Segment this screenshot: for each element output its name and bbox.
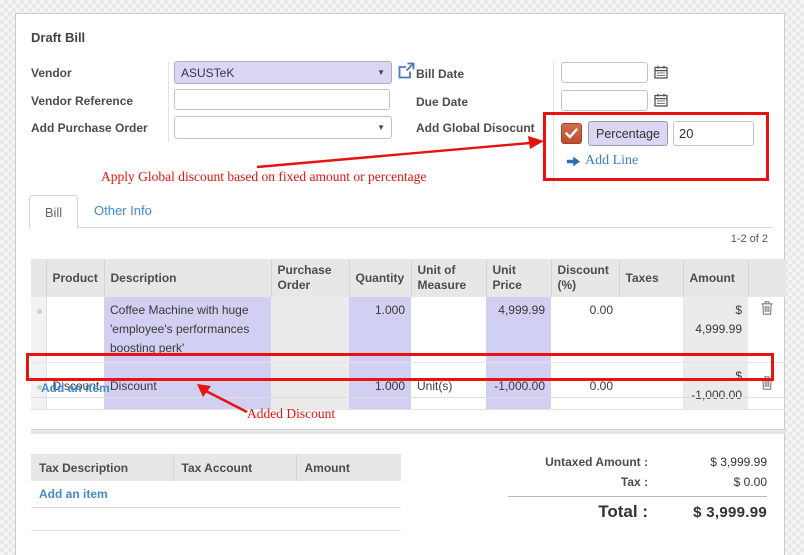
column-header-discount[interactable]: Discount (%) — [551, 259, 619, 297]
tab-other-info[interactable]: Other Info — [94, 203, 152, 218]
form-group-divider — [553, 62, 554, 186]
page-background: Draft Bill Vendor Vendor Reference Add P… — [0, 0, 804, 555]
column-header-description[interactable]: Description — [104, 259, 271, 297]
add-item-row: Add an item — [31, 381, 786, 398]
calendar-icon[interactable] — [654, 93, 668, 107]
cell-amount[interactable]: $ 4,999.99 — [683, 297, 748, 363]
drag-column-header — [31, 259, 46, 297]
discount-type-select[interactable]: Percentage ▼ — [588, 121, 668, 146]
chevron-down-icon: ▼ — [377, 68, 385, 77]
add-purchase-order-label: Add Purchase Order — [31, 121, 148, 135]
column-header-purchase-order[interactable]: Purchase Order — [271, 259, 349, 297]
cell-unit-of-measure[interactable] — [411, 297, 486, 363]
column-header-unit-of-measure[interactable]: Unit of Measure — [411, 259, 486, 297]
tab-bill[interactable]: Bill — [29, 195, 78, 229]
chevron-down-icon: ▼ — [377, 123, 385, 132]
cell-purchase-order[interactable] — [271, 297, 349, 363]
page-title: Draft Bill — [31, 30, 85, 45]
delete-row-button[interactable] — [748, 297, 786, 363]
tax-add-an-item-link[interactable]: Add an item — [39, 487, 108, 501]
total-label: Total : — [436, 502, 662, 522]
add-line-button[interactable]: Add Line — [567, 153, 638, 169]
bill-form-sheet: Draft Bill Vendor Vendor Reference Add P… — [15, 13, 785, 555]
column-header-amount[interactable]: Amount — [683, 259, 748, 297]
chevron-down-icon: ▼ — [667, 122, 668, 145]
add-global-discount-label: Add Global Disocunt — [416, 121, 535, 135]
global-discount-checkbox[interactable] — [561, 123, 582, 144]
cell-taxes[interactable] — [619, 297, 683, 363]
tab-other-info-label: Other Info — [94, 203, 152, 218]
vendor-select-value: ASUSTeK — [181, 66, 234, 80]
cell-product[interactable] — [46, 297, 104, 363]
calendar-icon[interactable] — [654, 65, 668, 79]
cell-description[interactable]: Coffee Machine with huge 'employee's per… — [104, 297, 271, 363]
untaxed-amount-value: $ 3,999.99 — [662, 455, 767, 469]
pager[interactable]: 1-2 of 2 — [668, 233, 768, 245]
discount-type-value: Percentage — [589, 122, 667, 145]
drag-handle-icon — [37, 309, 42, 314]
arrow-right-icon — [567, 156, 580, 167]
tab-bill-label: Bill — [45, 205, 62, 220]
totals-divider — [508, 496, 767, 497]
cell-quantity[interactable]: 1.000 — [349, 297, 411, 363]
check-icon — [565, 128, 578, 139]
tax-add-item-row: Add an item — [31, 481, 401, 508]
untaxed-amount-label: Untaxed Amount : — [436, 455, 662, 469]
vendor-select[interactable]: ASUSTeK ▼ — [174, 61, 392, 84]
cell-discount[interactable]: 0.00 — [551, 297, 619, 363]
drag-handle[interactable] — [31, 297, 46, 363]
form-group-divider — [168, 62, 169, 142]
column-header-unit-price[interactable]: Unit Price — [486, 259, 551, 297]
cell-unit-price[interactable]: 4,999.99 — [486, 297, 551, 363]
due-date-label: Due Date — [416, 95, 468, 109]
column-header-quantity[interactable]: Quantity — [349, 259, 411, 297]
annotation-global-discount: Apply Global discount based on fixed amo… — [101, 169, 426, 185]
bill-date-label: Bill Date — [416, 67, 464, 81]
tax-total-value: $ 0.00 — [662, 475, 767, 489]
column-header-tax-account[interactable]: Tax Account — [173, 454, 296, 481]
add-purchase-order-select[interactable]: ▼ — [174, 116, 392, 139]
column-header-tax-description[interactable]: Tax Description — [31, 454, 173, 481]
trash-icon — [761, 301, 773, 315]
bill-date-input[interactable] — [561, 62, 648, 83]
annotation-added-discount: Added Discount — [247, 406, 335, 422]
table-header-row: Product Description Purchase Order Quant… — [31, 259, 786, 297]
column-header-product[interactable]: Product — [46, 259, 104, 297]
table-row-coffee-machine[interactable]: Coffee Machine with huge 'employee's per… — [31, 297, 786, 363]
add-line-label: Add Line — [585, 153, 638, 169]
column-header-tax-amount[interactable]: Amount — [296, 454, 401, 481]
tax-total-label: Tax : — [436, 475, 662, 489]
discount-amount-input[interactable] — [673, 121, 754, 146]
add-an-item-link[interactable]: Add an item — [41, 381, 110, 395]
delete-column-header — [748, 259, 786, 297]
vendor-label: Vendor — [31, 66, 72, 80]
column-header-taxes[interactable]: Taxes — [619, 259, 683, 297]
total-value: $ 3,999.99 — [662, 504, 767, 521]
vendor-reference-input[interactable] — [174, 89, 390, 110]
due-date-input[interactable] — [561, 90, 648, 111]
vendor-reference-label: Vendor Reference — [31, 94, 133, 108]
section-divider — [31, 429, 786, 434]
tax-empty-row — [31, 508, 401, 531]
tax-lines-table: Tax Description Tax Account Amount — [31, 454, 401, 481]
external-link-icon[interactable] — [398, 62, 415, 79]
totals-panel: Untaxed Amount : $ 3,999.99 Tax : $ 0.00… — [436, 455, 767, 522]
